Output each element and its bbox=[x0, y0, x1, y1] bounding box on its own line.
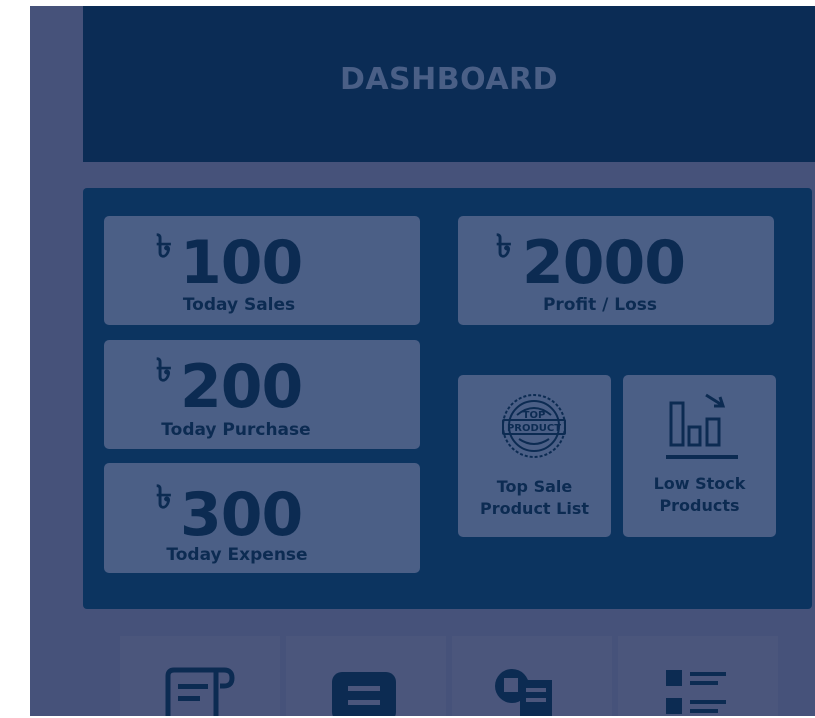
low-stock-label-line2: Products bbox=[659, 496, 740, 515]
currency-symbol: ৳ bbox=[156, 227, 172, 265]
profit-loss-card[interactable]: ৳ 2000 Profit / Loss bbox=[458, 216, 774, 325]
dashboard-screen: DASHBOARD ৳ 100 Today Sales ৳ 200 Today … bbox=[0, 0, 815, 718]
badge-product-text: PRODUCT bbox=[507, 423, 561, 434]
profit-loss-amount: 2000 bbox=[522, 228, 686, 298]
bottom-nav-item[interactable] bbox=[618, 636, 778, 718]
declining-bars-icon bbox=[666, 393, 738, 459]
today-expense-label: Today Expense bbox=[166, 545, 308, 565]
today-expense-amount: 300 bbox=[180, 480, 303, 550]
top-sale-label-line2: Product List bbox=[479, 499, 589, 518]
low-stock-products-tile[interactable]: Low Stock Products bbox=[623, 375, 776, 537]
low-stock-label-line1: Low Stock bbox=[653, 474, 746, 493]
delivery-box-icon bbox=[495, 669, 552, 716]
page-title: DASHBOARD bbox=[339, 61, 559, 97]
top-sale-product-list-tile[interactable]: TOP PRODUCT Top Sale Product List bbox=[458, 375, 611, 537]
currency-symbol: ৳ bbox=[496, 227, 512, 265]
today-expense-card[interactable]: ৳ 300 Today Expense bbox=[104, 463, 420, 573]
profit-loss-label: Profit / Loss bbox=[542, 295, 658, 315]
top-product-badge-icon: TOP PRODUCT bbox=[502, 394, 566, 458]
badge-top-text: TOP bbox=[523, 410, 546, 421]
summary-panel: ৳ 100 Today Sales ৳ 200 Today Purchase ৳… bbox=[83, 188, 812, 609]
today-sales-card[interactable]: ৳ 100 Today Sales bbox=[104, 216, 420, 325]
currency-symbol: ৳ bbox=[156, 351, 172, 389]
today-purchase-amount: 200 bbox=[180, 352, 303, 422]
bottom-nav-item[interactable] bbox=[286, 636, 446, 718]
receipt-icon bbox=[165, 667, 235, 718]
dashboard-header: DASHBOARD bbox=[83, 6, 815, 162]
today-purchase-card[interactable]: ৳ 200 Today Purchase bbox=[104, 340, 420, 449]
contact-list-icon bbox=[666, 670, 726, 714]
list-card-icon bbox=[332, 672, 396, 718]
today-sales-amount: 100 bbox=[180, 228, 303, 298]
today-purchase-label: Today Purchase bbox=[161, 420, 311, 440]
bottom-nav-item[interactable] bbox=[452, 636, 612, 718]
low-stock-label: Low Stock Products bbox=[623, 473, 776, 517]
top-sale-label: Top Sale Product List bbox=[458, 476, 611, 520]
top-sale-label-line1: Top Sale bbox=[496, 477, 573, 496]
today-sales-label: Today Sales bbox=[182, 295, 296, 315]
left-edge bbox=[0, 6, 30, 718]
bottom-nav-item[interactable] bbox=[120, 636, 280, 718]
currency-symbol: ৳ bbox=[156, 478, 172, 516]
